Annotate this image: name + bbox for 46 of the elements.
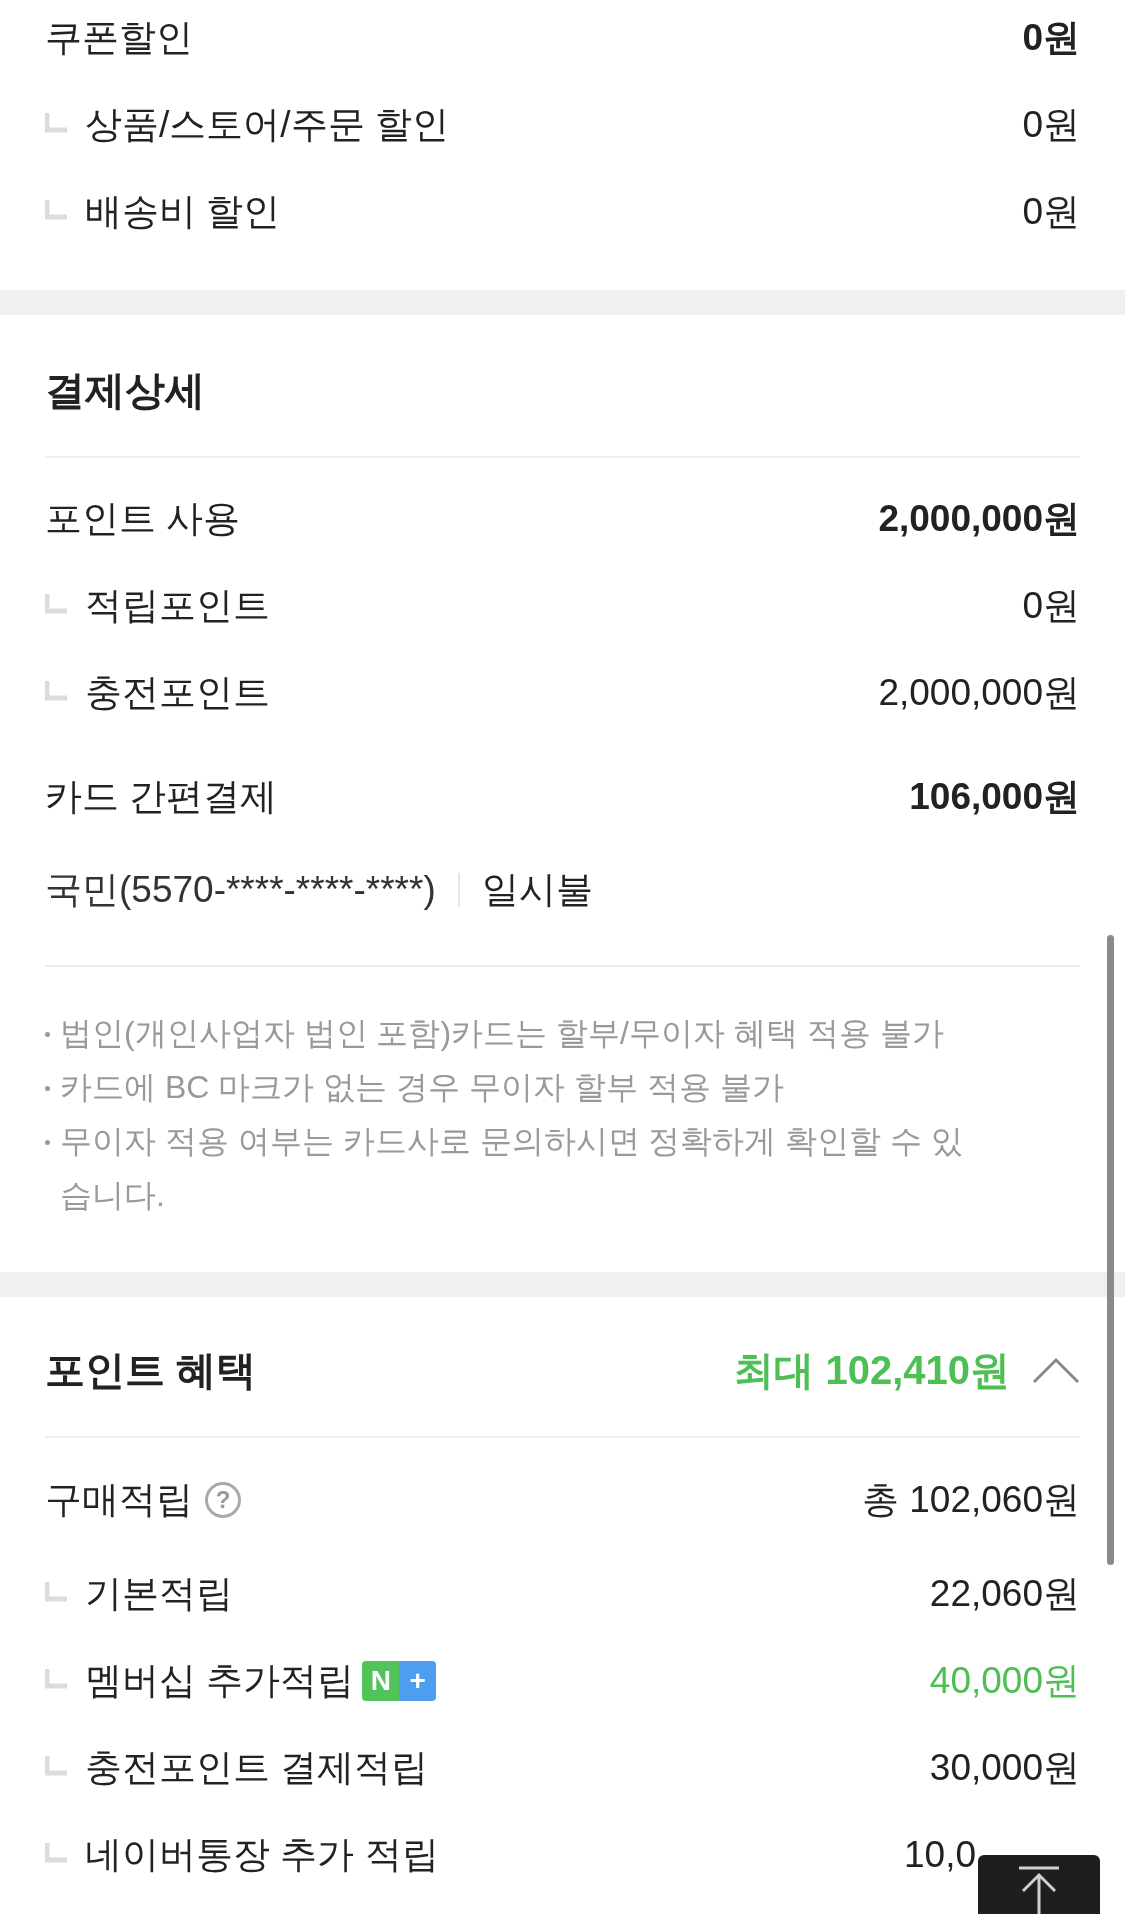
indent-icon [45,112,67,133]
row-label: 네이버통장 추가 적립 [85,1832,439,1877]
note-text: 카드에 BC 마크가 없는 경우 무이자 할부 적용 불가 [60,1068,784,1107]
arrow-up-icon [1017,1865,1061,1914]
row-label: 쿠폰할인 [45,15,193,60]
max-points-toggle[interactable]: 최대 102,410원 [734,1340,1080,1400]
section-title: 결제상세 [45,367,205,414]
amount-text: 0원 [1022,102,1080,147]
card-info: 국민(5570-****-****-****) [45,868,436,913]
indent-icon [45,1581,67,1602]
indent-icon [45,199,67,220]
indent-icon [45,593,67,614]
note-text: 무이자 적용 여부는 카드사로 문의하시면 정확하게 확인할 수 있습니다. [60,1122,965,1215]
amount-text: 30,000원 [929,1745,1080,1790]
amount-text: 0원 [1022,583,1080,628]
row-label: 구매적립 [45,1477,193,1522]
indent-icon [45,680,67,701]
scroll-to-top-button[interactable] [978,1855,1100,1914]
amount-text: 0원 [1022,189,1080,234]
row-label: 카드 간편결제 [45,774,278,819]
row-label: 기본적립 [85,1571,233,1616]
note-text: 법인(개인사업자 법인 포함)카드는 할부/무이자 혜택 적용 불가 [60,1014,944,1053]
bullet-icon [45,1032,50,1037]
row-label: 충전포인트 결제적립 [85,1745,429,1790]
indent-icon [45,1842,67,1863]
row-label: 상품/스토어/주문 할인 [85,102,449,147]
amount-text: 106,000원 [909,774,1080,819]
bullet-icon [45,1140,50,1145]
amount-text: 10,0 [904,1832,976,1877]
amount-text: 40,000원 [929,1658,1080,1703]
row-label: 적립포인트 [85,583,270,628]
help-icon[interactable]: ? [205,1481,241,1518]
indent-icon [45,1755,67,1776]
amount-text: 총 102,060원 [861,1477,1080,1522]
amount-text: 2,000,000원 [878,496,1080,541]
row-label: 배송비 할인 [85,189,281,234]
amount-text: 2,000,000원 [878,670,1080,715]
section-title: 포인트 혜택 [45,1347,257,1394]
installment-text: 일시불 [481,868,593,913]
row-label: 포인트 사용 [45,496,241,541]
row-label: 충전포인트 [85,670,270,715]
indent-icon [45,1668,67,1689]
row-label: 멤버십 추가적립 [85,1658,355,1703]
amount-text: 22,060원 [929,1571,1080,1616]
bullet-icon [45,1086,50,1091]
amount-text: 0원 [1022,15,1080,60]
